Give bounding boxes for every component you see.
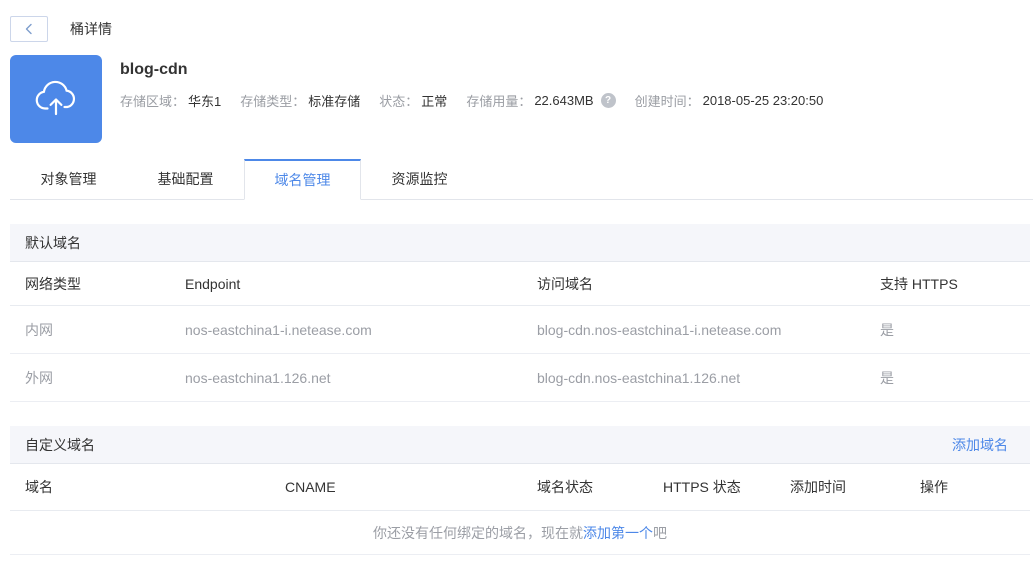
default-domain-section-bar: 默认域名 — [10, 224, 1030, 262]
bucket-head-text: blog-cdn 存储区域： 华东1 存储类型： 标准存储 状态： 正常 存储用… — [120, 55, 842, 110]
info-value: 22.643MB — [534, 93, 594, 108]
table-row-extranet: 外网 nos-eastchina1.126.net blog-cdn.nos-e… — [10, 354, 1030, 402]
table-row-intranet: 内网 nos-eastchina1-i.netease.com blog-cdn… — [10, 306, 1030, 354]
info-storage-region: 存储区域： 华东1 — [120, 91, 221, 110]
info-storage-usage: 存储用量： 22.643MB ? — [466, 91, 616, 110]
empty-state-text-suffix: 吧 — [653, 524, 667, 541]
info-label: 存储用量： — [466, 94, 532, 109]
back-button[interactable] — [10, 16, 48, 42]
custom-domain-table: 域名 CNAME 域名状态 HTTPS 状态 添加时间 操作 — [10, 464, 1030, 511]
info-value: 标准存储 — [308, 94, 361, 109]
cell-endpoint: nos-eastchina1-i.netease.com — [185, 321, 372, 338]
cell-https-support: 是 — [880, 369, 894, 386]
info-label: 状态： — [379, 94, 419, 109]
column-header-domain: 域名 — [25, 479, 53, 495]
cell-network-type: 内网 — [25, 321, 53, 338]
tabbar: 对象管理 基础配置 域名管理 资源监控 — [10, 159, 1033, 200]
cell-https-support: 是 — [880, 321, 894, 338]
column-header-endpoint: Endpoint — [185, 275, 241, 292]
custom-domain-section-title: 自定义域名 — [25, 436, 95, 453]
cell-endpoint: nos-eastchina1.126.net — [185, 369, 331, 386]
cell-network-type: 外网 — [25, 369, 53, 386]
add-first-domain-link[interactable]: 添加第一个 — [583, 523, 653, 543]
column-header-access-domain: 访问域名 — [537, 275, 593, 292]
info-value: 正常 — [421, 94, 448, 109]
cell-access-domain: blog-cdn.nos-eastchina1.126.net — [537, 369, 741, 386]
column-header-cname: CNAME — [285, 479, 336, 495]
info-label: 存储区域： — [120, 94, 186, 109]
bucket-header: blog-cdn 存储区域： 华东1 存储类型： 标准存储 状态： 正常 存储用… — [10, 55, 1033, 143]
info-value: 华东1 — [188, 94, 222, 109]
custom-domain-empty-state: 你还没有任何绑定的域名，现在就 添加第一个吧 — [10, 511, 1030, 555]
cell-access-domain: blog-cdn.nos-eastchina1-i.netease.com — [537, 321, 782, 338]
info-value: 2018-05-25 23:20:50 — [702, 93, 824, 108]
column-header-add-time: 添加时间 — [790, 479, 846, 495]
default-domain-table: 网络类型 Endpoint 访问域名 支持 HTTPS 内网 nos-eastc… — [10, 262, 1030, 402]
cloud-upload-icon — [30, 72, 82, 127]
default-domain-section-title: 默认域名 — [25, 234, 81, 251]
tab-domain-management[interactable]: 域名管理 — [244, 159, 361, 200]
column-header-actions: 操作 — [920, 479, 948, 495]
empty-state-text: 你还没有任何绑定的域名，现在就 — [373, 524, 583, 541]
column-header-network-type: 网络类型 — [25, 275, 81, 292]
chevron-left-icon — [24, 23, 34, 35]
custom-domain-section-bar: 自定义域名 添加域名 — [10, 426, 1030, 464]
info-status: 状态： 正常 — [379, 91, 447, 110]
tab-object-management[interactable]: 对象管理 — [10, 159, 127, 199]
info-storage-type: 存储类型： 标准存储 — [240, 91, 360, 110]
column-header-https-support: 支持 HTTPS — [880, 275, 958, 292]
page-title: 桶详情 — [70, 21, 112, 37]
info-label: 存储类型： — [240, 94, 306, 109]
tab-resource-monitoring[interactable]: 资源监控 — [361, 159, 478, 199]
add-domain-link[interactable]: 添加域名 — [952, 435, 1008, 455]
column-header-https-status: HTTPS 状态 — [663, 479, 741, 495]
help-icon[interactable]: ? — [600, 93, 616, 108]
topbar: 桶详情 — [0, 0, 1033, 46]
bucket-name: blog-cdn — [120, 61, 188, 78]
bucket-info: 存储区域： 华东1 存储类型： 标准存储 状态： 正常 存储用量： 22.643… — [120, 91, 842, 110]
tab-basic-config[interactable]: 基础配置 — [127, 159, 244, 199]
column-header-domain-status: 域名状态 — [537, 479, 593, 495]
info-created-time: 创建时间： 2018-05-25 23:20:50 — [635, 91, 824, 110]
custom-domain-table-header: 域名 CNAME 域名状态 HTTPS 状态 添加时间 操作 — [10, 464, 1030, 511]
info-label: 创建时间： — [634, 94, 700, 109]
bucket-icon — [10, 55, 102, 143]
default-domain-table-header: 网络类型 Endpoint 访问域名 支持 HTTPS — [10, 262, 1030, 306]
